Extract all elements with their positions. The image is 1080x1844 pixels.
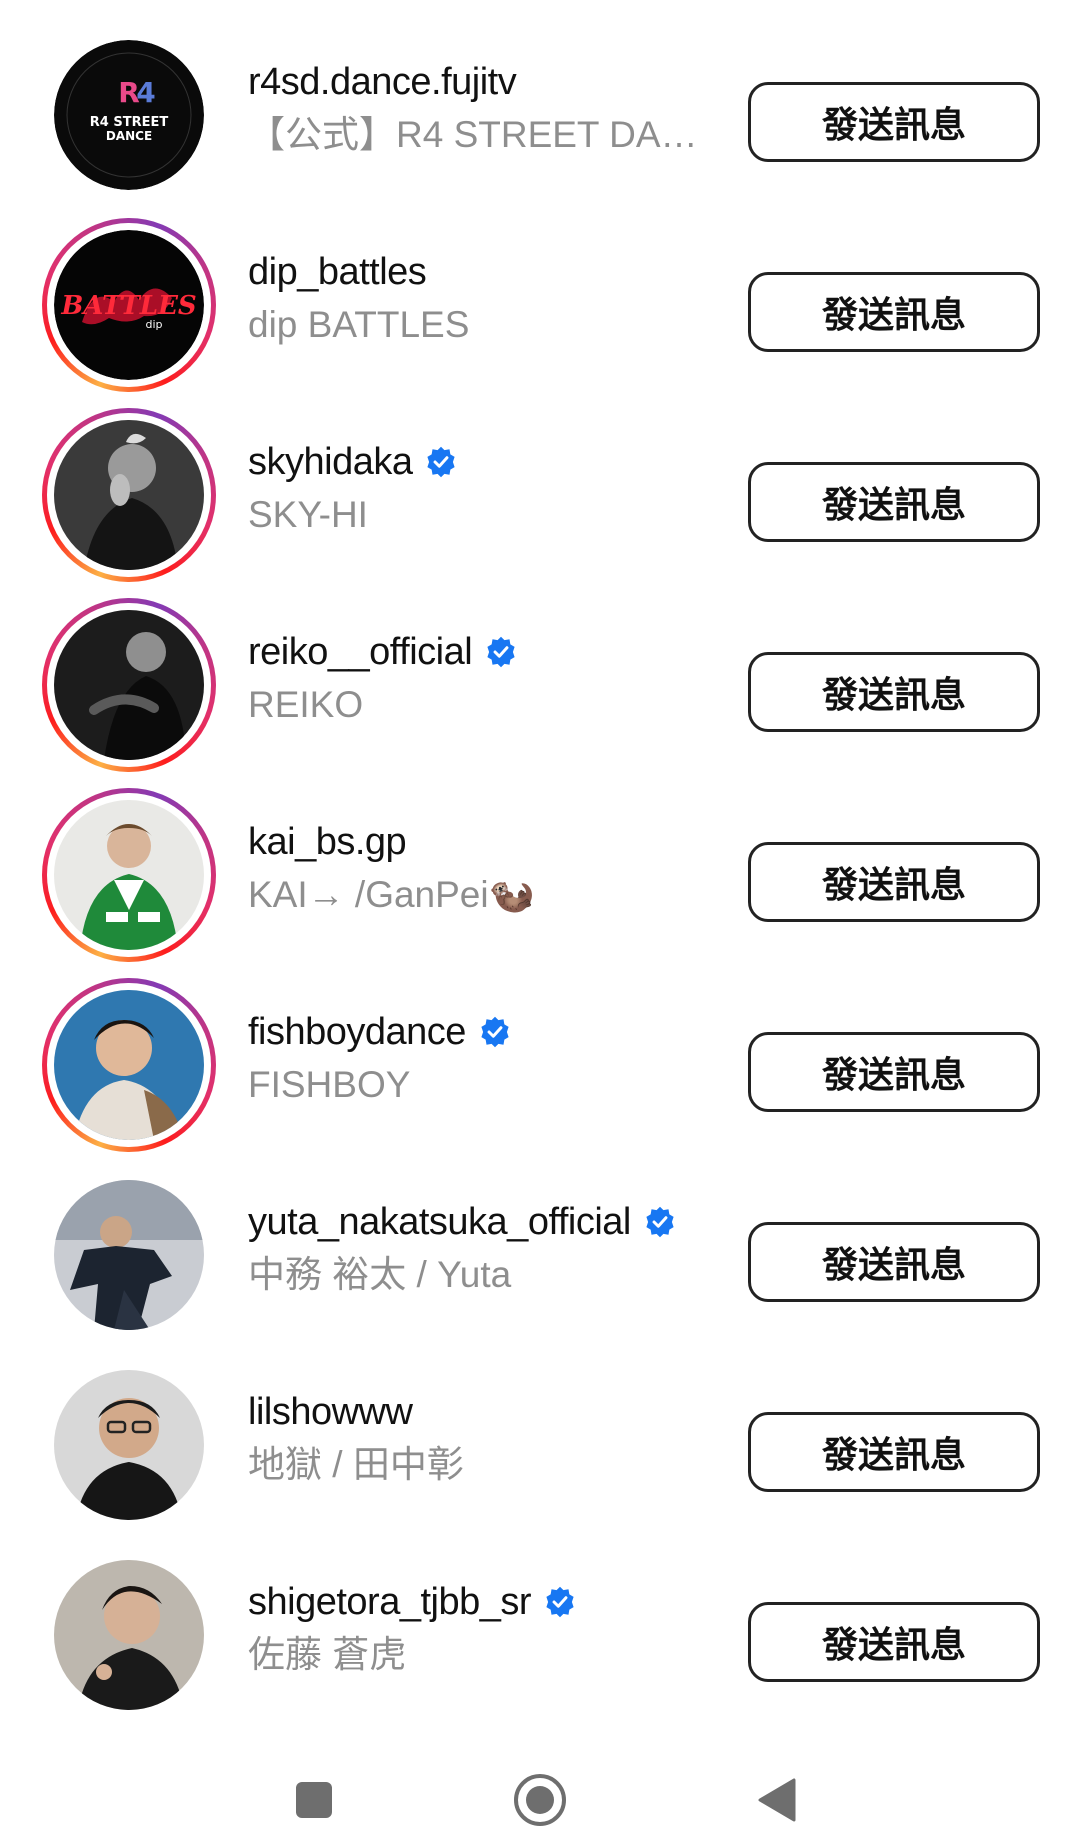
home-icon[interactable] [512,1772,568,1828]
svg-text:BATTLES: BATTLES [60,291,196,321]
verified-badge-icon [481,1016,509,1048]
story-ring-avatar[interactable]: BATTLES dip [42,218,216,392]
back-icon[interactable] [748,1772,804,1828]
svg-text:4: 4 [136,76,155,109]
full-name: 【公式】R4 STREET DAN... [248,114,718,155]
full-name: REIKO [248,684,364,725]
username[interactable]: yuta_nakatsuka_official [248,1201,631,1244]
avatar[interactable]: R 4 R4 STREET DANCE [42,28,216,202]
avatar[interactable] [42,1358,216,1532]
username[interactable]: r4sd.dance.fujitv [248,61,517,104]
verified-badge-icon [427,446,456,478]
list-item[interactable]: fishboydance FISHBOY 發送訊息 [0,960,1080,1152]
avatar[interactable] [42,1168,216,1342]
story-ring-avatar[interactable] [42,598,216,772]
send-message-button[interactable]: 發送訊息 [748,1222,1040,1302]
avatar[interactable] [42,1548,216,1722]
username[interactable]: reiko__official [248,631,473,674]
list-item[interactable]: BATTLES dip dip_battles dip BATTLES 發送訊息 [0,200,1080,392]
verified-badge-icon [487,636,515,668]
list-item[interactable]: lilshowww 地獄 / 田中彰 發送訊息 [0,1340,1080,1530]
send-message-button[interactable]: 發送訊息 [748,1602,1040,1682]
full-name: FISHBOY [248,1064,411,1105]
svg-text:dip: dip [145,318,162,331]
list-item[interactable]: R 4 R4 STREET DANCE r4sd.dance.fujitv 【公… [0,10,1080,200]
list-item[interactable]: shigetora_tjbb_sr 佐藤 蒼虎 發送訊息 [0,1530,1080,1720]
username[interactable]: skyhidaka [248,441,413,484]
story-ring-avatar[interactable] [42,408,216,582]
full-name: SKY-HI [248,494,368,535]
send-message-button[interactable]: 發送訊息 [748,272,1040,352]
story-ring-avatar[interactable] [42,978,216,1152]
send-message-button[interactable]: 發送訊息 [748,82,1040,162]
send-message-button[interactable]: 發送訊息 [748,1032,1040,1112]
story-ring-avatar[interactable] [42,788,216,962]
username[interactable]: dip_battles [248,251,427,294]
send-message-button[interactable]: 發送訊息 [748,1412,1040,1492]
username[interactable]: fishboydance [248,1011,466,1054]
list-item[interactable]: reiko__official REIKO 發送訊息 [0,580,1080,772]
full-name: dip BATTLES [248,304,470,345]
send-message-button[interactable]: 發送訊息 [748,652,1040,732]
full-name: 佐藤 蒼虎 [248,1634,407,1675]
verified-badge-icon [646,1206,674,1238]
svg-text:R4 STREET: R4 STREET [90,115,169,130]
username[interactable]: kai_bs.gp [248,821,407,864]
list-item[interactable]: kai_bs.gp KAI→ /GanPei🦦 發送訊息 [0,770,1080,962]
username[interactable]: lilshowww [248,1391,413,1434]
list-item[interactable]: skyhidaka SKY-HI 發送訊息 [0,390,1080,582]
recent-apps-icon[interactable] [286,1772,342,1828]
svg-text:DANCE: DANCE [106,129,152,143]
full-name: KAI→ /GanPei🦦 [248,874,535,915]
username[interactable]: shigetora_tjbb_sr [248,1581,532,1624]
full-name: 地獄 / 田中彰 [248,1444,464,1485]
send-message-button[interactable]: 發送訊息 [748,842,1040,922]
send-message-button[interactable]: 發送訊息 [748,462,1040,542]
verified-badge-icon [546,1586,574,1618]
full-name: 中務 裕太 / Yuta [248,1254,512,1295]
system-nav-bar [0,1740,1080,1844]
list-item[interactable]: yuta_nakatsuka_official 中務 裕太 / Yuta 發送訊… [0,1150,1080,1340]
